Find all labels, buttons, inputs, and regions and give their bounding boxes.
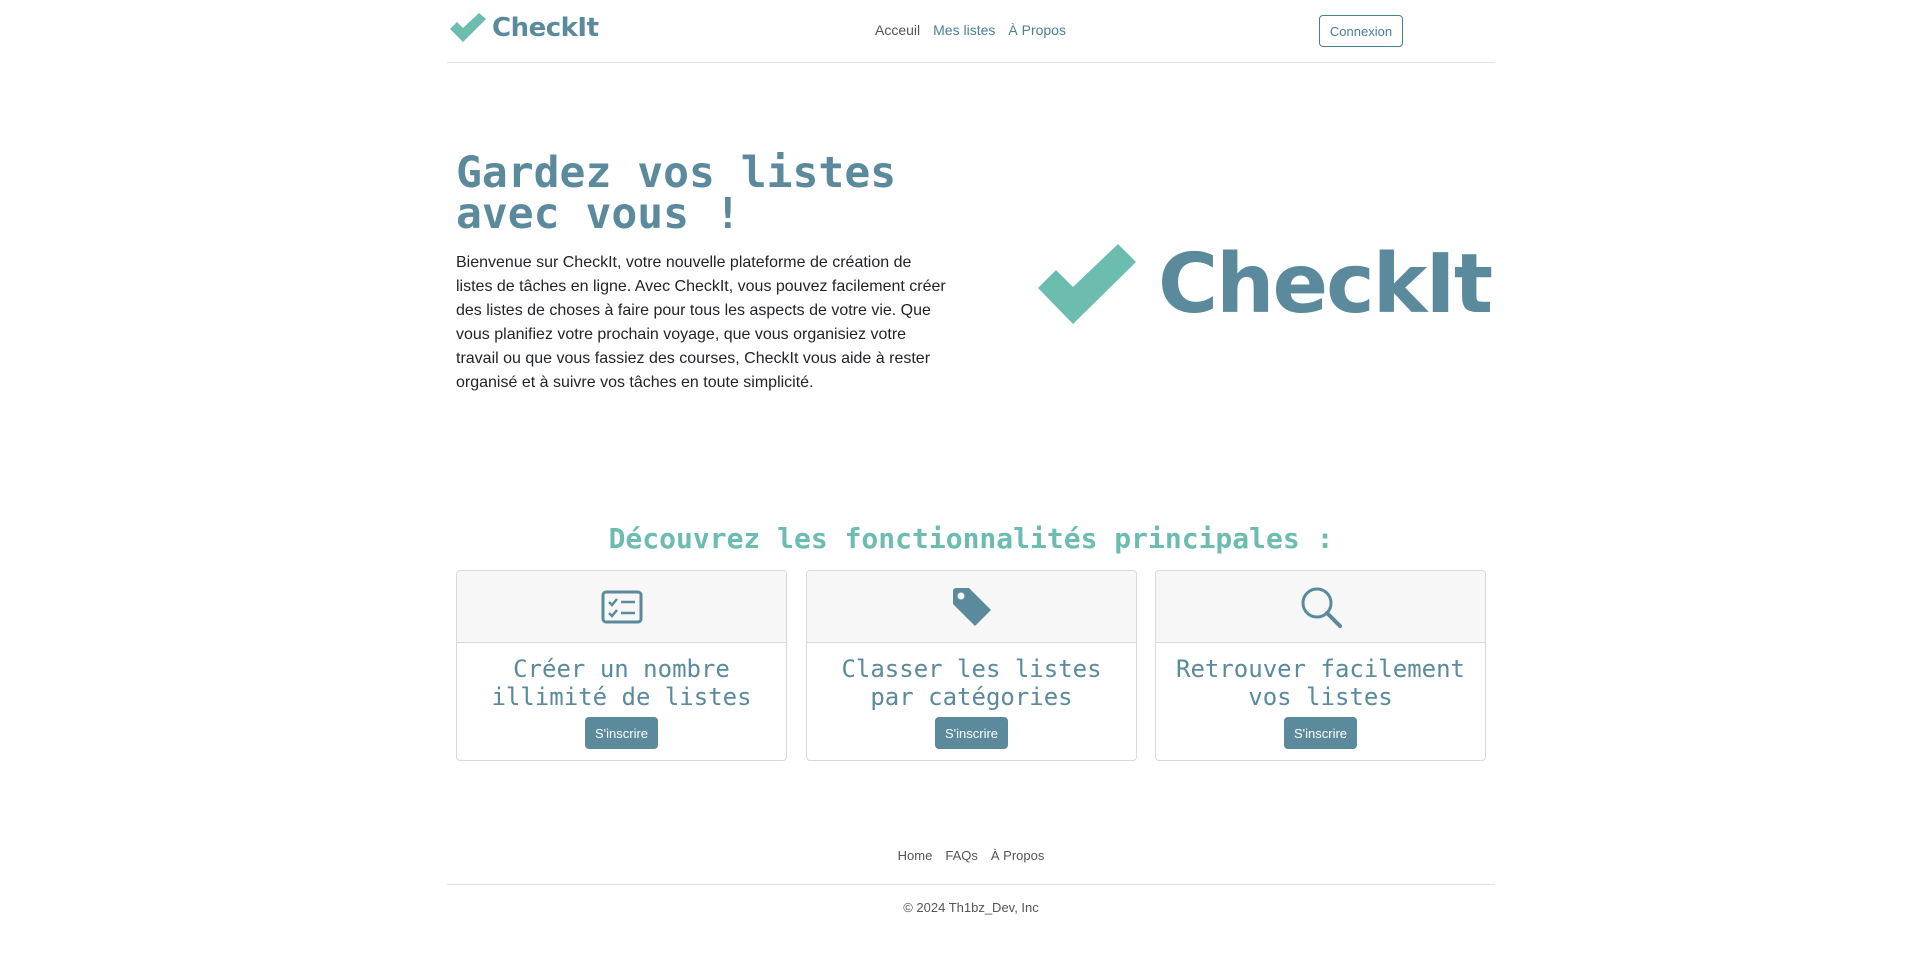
hero-logo-text: CheckIt [1158, 237, 1493, 332]
feature-card: Créer un nombre illimité de listes S'ins… [456, 570, 787, 761]
brand-name: CheckIt [492, 13, 599, 43]
hero-title-line2: avec vous ! [456, 189, 741, 239]
signup-button[interactable]: S'inscrire [1283, 717, 1358, 749]
features-title: Découvrez les fonctionnalités principale… [608, 522, 1334, 555]
hero-title: Gardez vos listes avec vous ! [456, 152, 936, 236]
checkmark-icon [1038, 244, 1136, 324]
nav-item-a-propos[interactable]: À Propos [1008, 22, 1066, 38]
footer-link-home[interactable]: Home [898, 848, 933, 863]
footer-divider [447, 884, 1495, 885]
checklist-icon [601, 590, 642, 623]
signup-button[interactable]: S'inscrire [934, 717, 1009, 749]
hero-description: Bienvenue sur CheckIt, votre nouvelle pl… [456, 254, 946, 391]
copyright: © 2024 Th1bz_Dev, Inc [903, 900, 1039, 915]
feature-card-header [1156, 571, 1485, 643]
nav-item-mes-listes[interactable]: Mes listes [933, 22, 995, 38]
feature-card-title: Retrouver facilement vos listes [1176, 655, 1465, 711]
nav-item-accueil[interactable]: Acceuil [875, 22, 920, 38]
brand-logo[interactable]: CheckIt [450, 13, 599, 43]
feature-card: Classer les listes par catégories S'insc… [806, 570, 1137, 761]
hero-logo: CheckIt [1038, 237, 1493, 332]
footer-link-faqs[interactable]: FAQs [945, 848, 978, 863]
search-icon [1301, 587, 1342, 628]
feature-card: Retrouver facilement vos listes S'inscri… [1155, 570, 1486, 761]
tag-icon [952, 587, 991, 626]
site-header: CheckIt Acceuil Mes listes À Propos Conn… [447, 0, 1495, 63]
feature-card-title: Créer un nombre illimité de listes [491, 655, 752, 711]
feature-card-header [457, 571, 786, 643]
main-nav: Acceuil Mes listes À Propos [875, 22, 1066, 38]
feature-card-header [807, 571, 1136, 643]
login-button[interactable]: Connexion [1319, 15, 1403, 47]
signup-button[interactable]: S'inscrire [584, 717, 659, 749]
footer-link-a-propos[interactable]: À Propos [991, 848, 1044, 863]
checkmark-icon [450, 13, 486, 42]
footer-nav: Home FAQs À Propos [447, 848, 1495, 863]
feature-card-title: Classer les listes par catégories [841, 655, 1102, 711]
